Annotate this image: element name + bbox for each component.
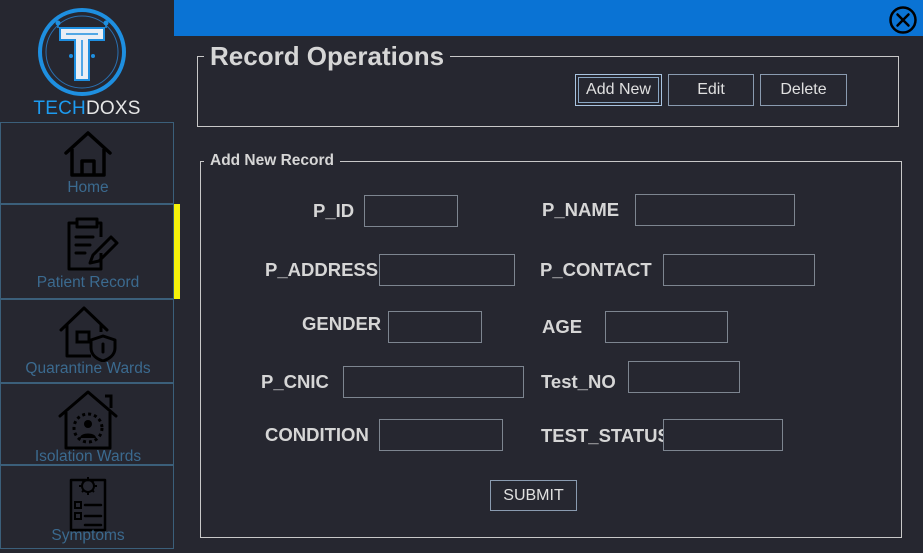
checklist-virus-icon bbox=[69, 477, 107, 532]
record-operations-title: Record Operations bbox=[204, 41, 451, 72]
title-bar bbox=[174, 0, 923, 36]
sidebar-item-label: Isolation Wards bbox=[34, 448, 142, 465]
delete-button[interactable]: Delete bbox=[760, 74, 847, 106]
techdoxs-logo-icon bbox=[38, 8, 126, 96]
add-new-record-title: Add New Record bbox=[204, 152, 341, 170]
brand-part2: DOXS bbox=[85, 98, 141, 119]
sidebar-item-label: Quarantine Wards bbox=[25, 360, 151, 377]
home-icon bbox=[64, 131, 112, 177]
p-id-input[interactable] bbox=[364, 195, 458, 227]
edit-button[interactable]: Edit bbox=[668, 74, 754, 106]
sidebar-item-symptoms[interactable]: Symptoms bbox=[0, 465, 174, 549]
logo: TECHDOXS bbox=[0, 0, 174, 122]
p-name-input[interactable] bbox=[635, 194, 795, 226]
sidebar-item-label: Symptoms bbox=[51, 527, 125, 544]
p-name-label: P_NAME bbox=[542, 199, 620, 220]
test-no-label: Test_NO bbox=[541, 371, 616, 392]
sidebar-item-home[interactable]: Home bbox=[0, 122, 174, 204]
sidebar-item-label: Home bbox=[67, 179, 109, 196]
p-cnic-input[interactable] bbox=[343, 366, 524, 398]
p-address-label: P_ADDRESS bbox=[265, 259, 379, 280]
age-label: AGE bbox=[542, 316, 583, 337]
p-cnic-label: P_CNIC bbox=[261, 371, 329, 392]
sidebar: TECHDOXS Home Patient Record Quarantine … bbox=[0, 0, 180, 553]
test-status-input[interactable] bbox=[663, 419, 783, 451]
p-contact-input[interactable] bbox=[663, 254, 815, 286]
gender-label: GENDER bbox=[302, 313, 382, 334]
sidebar-item-label: Patient Record bbox=[36, 274, 140, 291]
test-status-label: TEST_STATUS bbox=[541, 425, 670, 446]
p-address-input[interactable] bbox=[379, 254, 515, 286]
add-new-button[interactable]: Add New bbox=[575, 74, 662, 106]
age-input[interactable] bbox=[605, 311, 728, 343]
house-shield-icon bbox=[59, 306, 117, 362]
sidebar-item-isolation-wards[interactable]: Isolation Wards bbox=[0, 383, 174, 465]
condition-label: CONDITION bbox=[265, 424, 369, 445]
brand-name: TECHDOXS bbox=[0, 98, 174, 120]
clipboard-edit-icon bbox=[67, 217, 119, 271]
close-circle-icon bbox=[889, 6, 917, 34]
active-indicator bbox=[174, 204, 180, 299]
close-button[interactable] bbox=[888, 5, 918, 35]
p-contact-label: P_CONTACT bbox=[540, 259, 652, 280]
gender-input[interactable] bbox=[388, 311, 482, 343]
submit-button[interactable]: SUBMIT bbox=[490, 480, 577, 511]
brand-part1: TECH bbox=[33, 98, 86, 119]
sidebar-item-patient-record[interactable]: Patient Record bbox=[0, 204, 174, 299]
condition-input[interactable] bbox=[379, 419, 503, 451]
test-no-input[interactable] bbox=[628, 361, 740, 393]
sidebar-item-quarantine-wards[interactable]: Quarantine Wards bbox=[0, 299, 174, 383]
p-id-label: P_ID bbox=[313, 200, 355, 221]
house-person-icon bbox=[58, 390, 118, 450]
